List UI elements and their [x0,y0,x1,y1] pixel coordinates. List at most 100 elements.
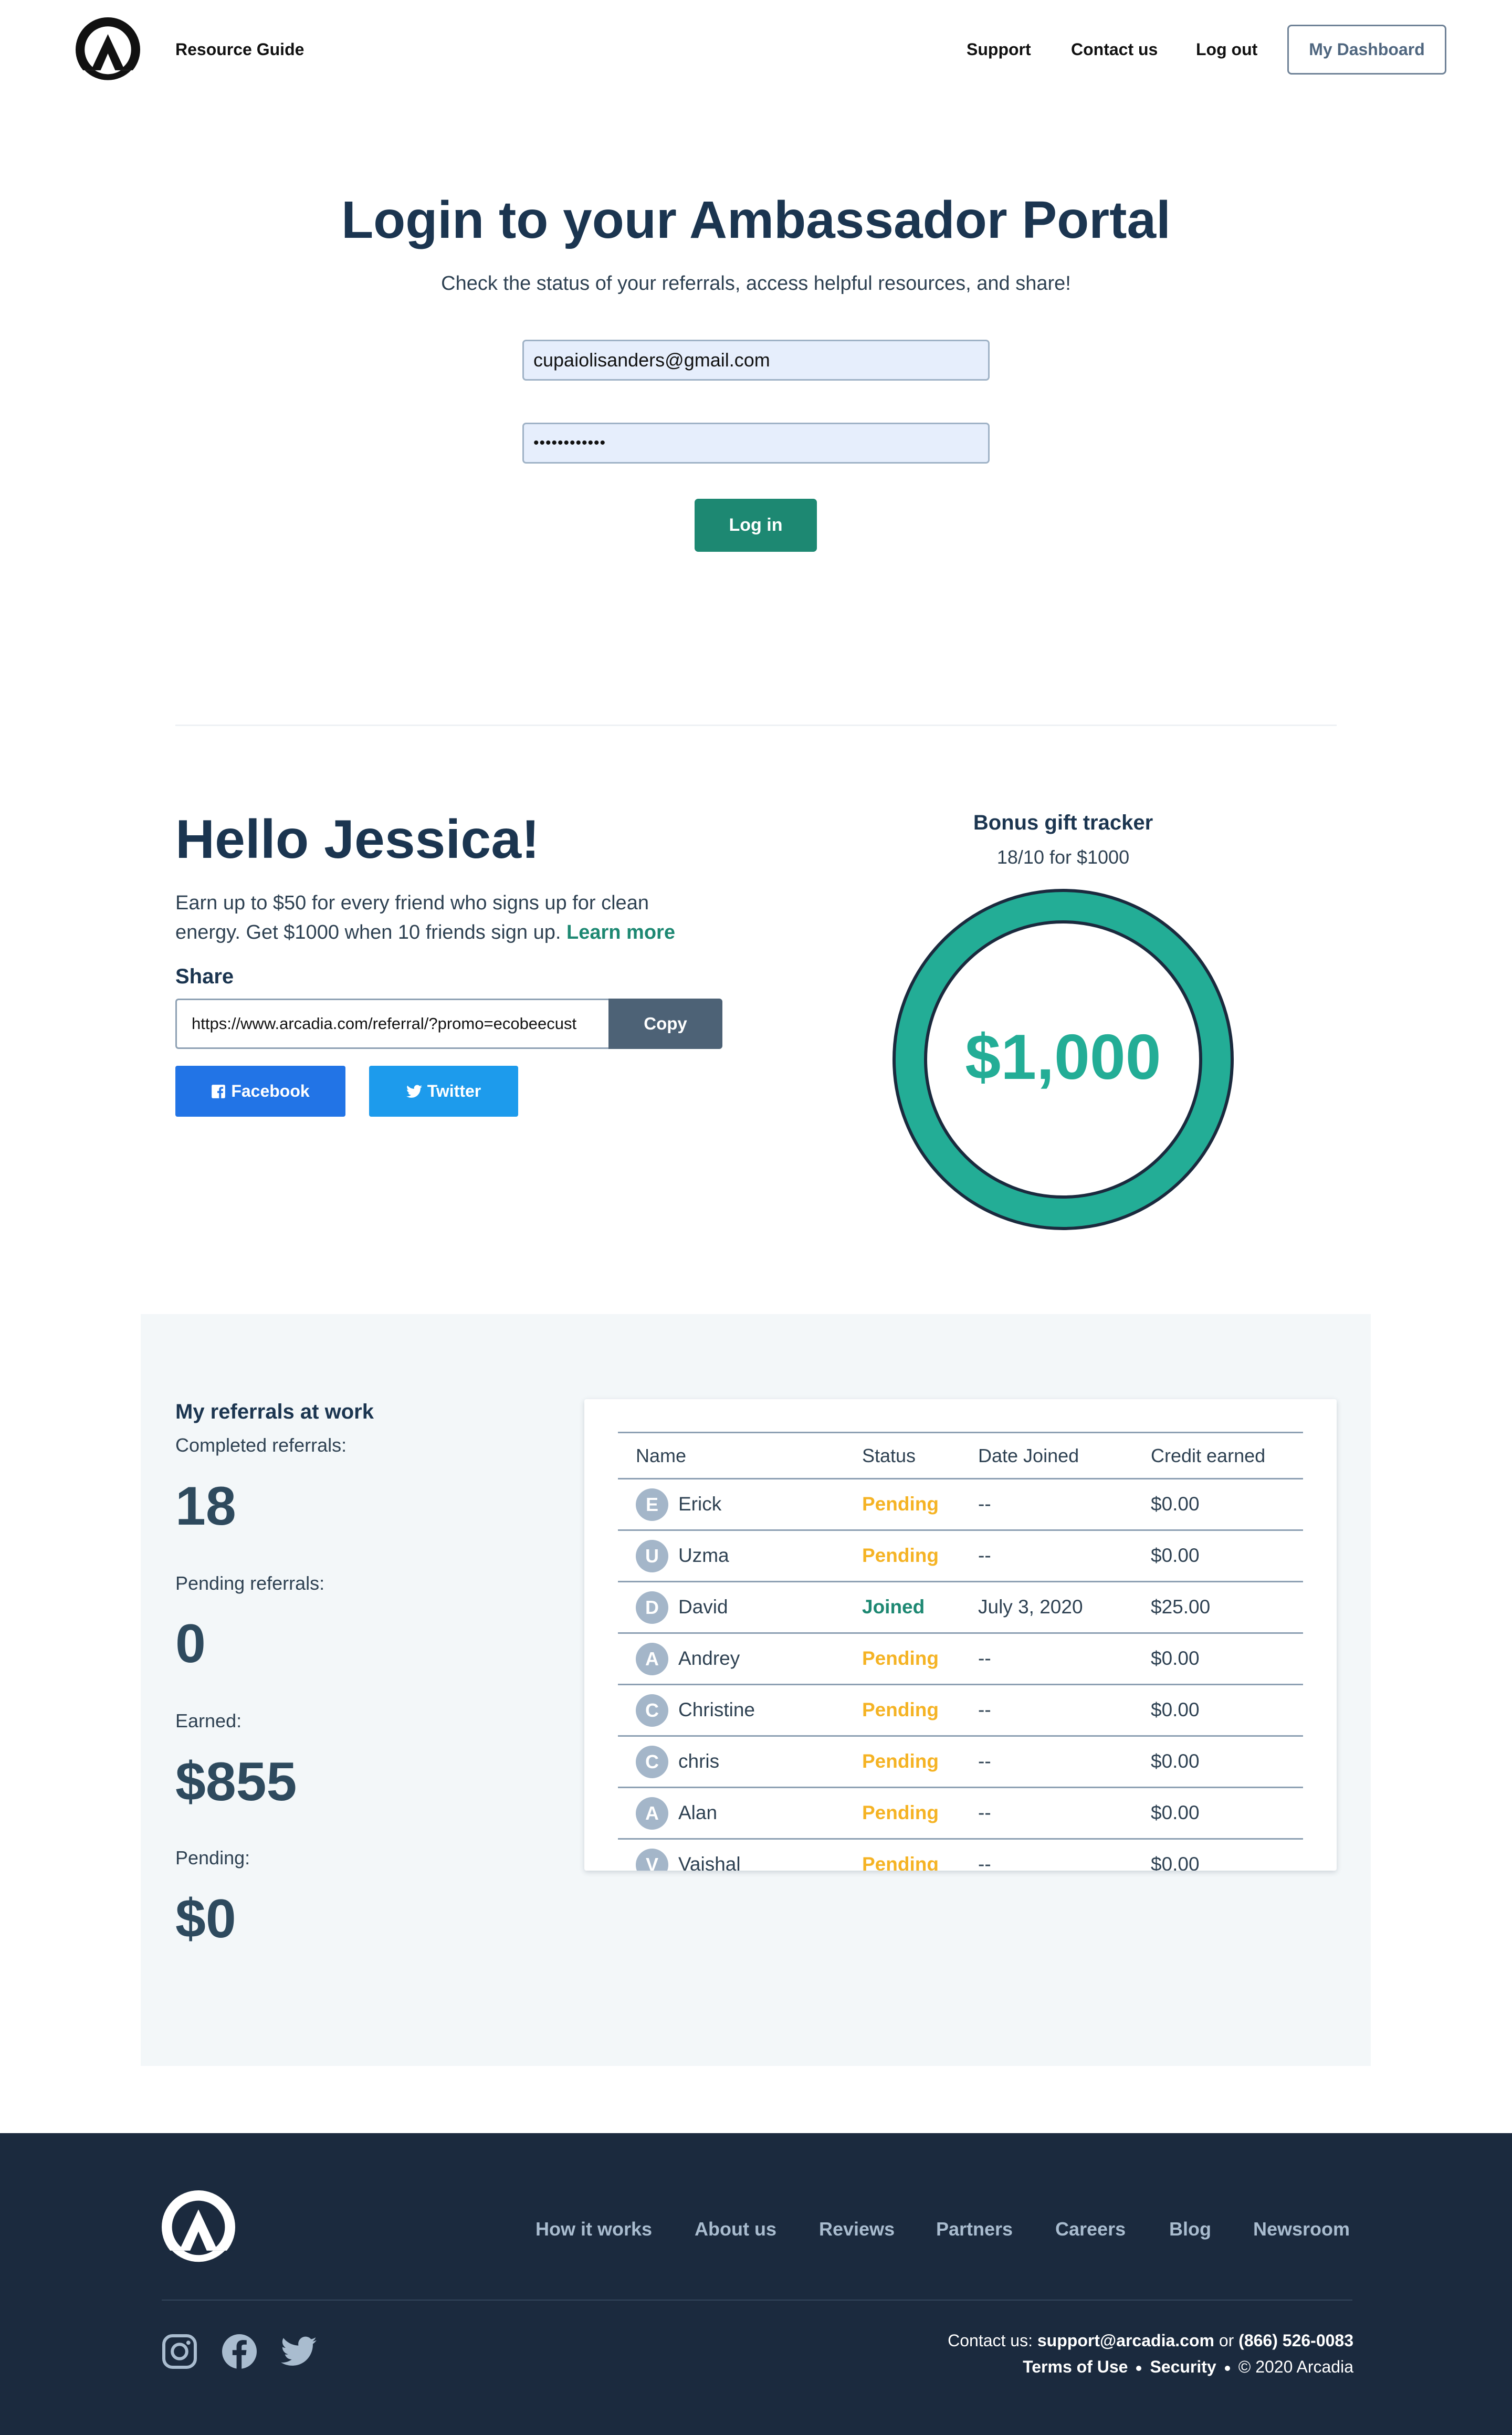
bonus-tracker-subtitle: 18/10 for $1000 [996,846,1130,868]
facebook-footer-icon[interactable] [220,2333,258,2370]
status-badge: Pending [862,1545,939,1566]
learn-more-link[interactable]: Learn more [566,921,675,943]
date-joined: -- [978,1647,991,1669]
credit-earned: $0.00 [1151,1647,1200,1669]
section-divider [175,725,1337,726]
avatar: U [636,1540,668,1572]
pending-referrals-value: 0 [175,1613,206,1674]
referrals-table: Name Status Date Joined Credit earned EE… [618,1432,1303,1871]
footer-link-blog[interactable]: Blog [1169,2218,1211,2240]
avatar: E [636,1488,668,1521]
completed-referrals-label: Completed referrals: [175,1434,347,1456]
bonus-amount: $1,000 [965,1021,1161,1093]
support-email-link[interactable]: support@arcadia.com [1037,2331,1214,2350]
footer-legal: Terms of Use Security © 2020 Arcadia [1023,2357,1353,2377]
pending-amount-label: Pending: [175,1847,250,1869]
completed-referrals-value: 18 [175,1476,236,1537]
referrals-table-card[interactable]: Name Status Date Joined Credit earned EE… [584,1399,1337,1871]
password-field[interactable]: •••••••••••• [522,423,990,464]
my-dashboard-button[interactable]: My Dashboard [1287,25,1446,75]
credit-earned: $0.00 [1151,1853,1200,1871]
log-out-link[interactable]: Log out [1196,40,1257,59]
share-url-input[interactable]: https://www.arcadia.com/referral/?promo=… [175,999,608,1049]
credit-earned: $0.00 [1151,1699,1200,1720]
date-joined: -- [978,1545,991,1566]
separator-dot [1224,2365,1230,2371]
terms-of-use-link[interactable]: Terms of Use [1023,2357,1128,2376]
table-row: V Vaishal Pending -- $0.00 [618,1840,1303,1871]
facebook-share-button[interactable]: Facebook [175,1066,345,1117]
instagram-icon[interactable] [161,2333,198,2370]
referral-name: Uzma [678,1545,729,1566]
contact-or: or [1214,2331,1239,2350]
status-badge: Joined [862,1596,925,1618]
table-body: E Erick Pending -- $0.00 U Uzma Pending -- $0.00 D… [618,1479,1303,1871]
date-joined: -- [978,1493,991,1515]
table-row: U Uzma Pending -- $0.00 [618,1531,1303,1582]
footer-link-newsroom[interactable]: Newsroom [1253,2218,1350,2240]
resource-guide-link[interactable]: Resource Guide [175,40,304,59]
referrals-title: My referrals at work [175,1400,374,1423]
copy-button[interactable]: Copy [608,999,722,1049]
arcadia-logo-icon[interactable] [76,17,140,82]
site-header: Resource Guide Support Contact us Log ou… [0,0,1512,100]
table-row: C Christine Pending -- $0.00 [618,1685,1303,1737]
earned-value: $855 [175,1751,297,1812]
date-joined: July 3, 2020 [978,1596,1083,1618]
referral-name: Christine [678,1699,755,1720]
footer-link-careers[interactable]: Careers [1055,2218,1126,2240]
table-row: Cchris Pending -- $0.00 [618,1737,1303,1788]
date-joined: -- [978,1699,991,1720]
column-header-name: Name [636,1445,687,1466]
status-badge: Pending [862,1750,939,1772]
twitter-icon [406,1085,422,1098]
separator-dot [1136,2365,1142,2371]
referral-name: Andrey [678,1647,740,1669]
table-header: Name Status Date Joined Credit earned [618,1432,1303,1479]
footer-link-reviews[interactable]: Reviews [819,2218,895,2240]
footer-link-partners[interactable]: Partners [936,2218,1013,2240]
credit-earned: $0.00 [1151,1802,1200,1823]
status-badge: Pending [862,1493,939,1515]
bonus-progress-ring: $1,000 [892,889,1234,1230]
share-label: Share [175,965,234,988]
twitter-share-button[interactable]: Twitter [369,1066,518,1117]
avatar: A [636,1643,668,1675]
support-phone-link[interactable]: (866) 526-0083 [1238,2331,1353,2350]
status-badge: Pending [862,1802,939,1823]
avatar: C [636,1746,668,1778]
avatar: V [636,1849,668,1871]
pending-referrals-label: Pending referrals: [175,1572,325,1594]
column-header-date-joined: Date Joined [978,1445,1079,1466]
earn-description: Earn up to $50 for every friend who sign… [175,888,711,947]
date-joined: -- [978,1802,991,1823]
referral-name: Vaishal [678,1853,741,1871]
earned-label: Earned: [175,1710,242,1731]
referral-name: Erick [678,1493,722,1515]
status-badge: Pending [862,1853,939,1871]
column-header-credit-earned: Credit earned [1151,1445,1266,1466]
date-joined: -- [978,1853,991,1871]
avatar: D [636,1591,668,1624]
referral-name: David [678,1596,728,1618]
email-field[interactable]: cupaiolisanders@gmail.com [522,340,990,381]
footer-link-about-us[interactable]: About us [695,2218,776,2240]
twitter-footer-icon[interactable] [281,2333,317,2370]
referral-name: chris [678,1750,720,1772]
credit-earned: $0.00 [1151,1750,1200,1772]
date-joined: -- [978,1750,991,1772]
login-subtitle: Check the status of your referrals, acce… [441,272,1071,295]
copyright-text: © 2020 Arcadia [1238,2357,1353,2376]
footer-contact: Contact us: support@arcadia.com or (866)… [948,2331,1353,2350]
greeting-heading: Hello Jessica! [175,809,540,870]
footer-link-how-it-works[interactable]: How it works [536,2218,652,2240]
arcadia-footer-logo-icon[interactable] [162,2190,235,2264]
contact-prefix: Contact us: [948,2331,1037,2350]
security-link[interactable]: Security [1150,2357,1216,2376]
avatar: A [636,1797,668,1830]
avatar: C [636,1694,668,1727]
contact-us-link[interactable]: Contact us [1071,40,1158,59]
log-in-button[interactable]: Log in [695,499,817,552]
status-badge: Pending [862,1647,939,1669]
support-link[interactable]: Support [967,40,1031,59]
